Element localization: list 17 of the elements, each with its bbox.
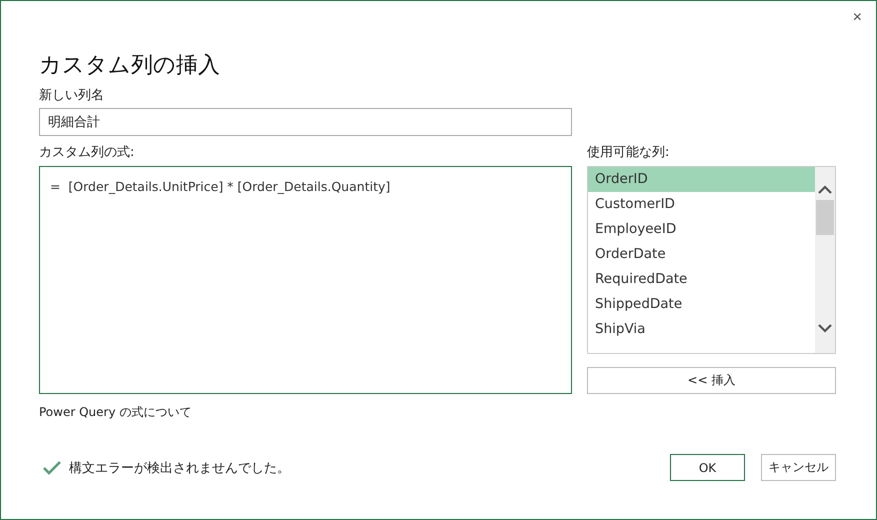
list-label: 使用可能な列: — [587, 144, 670, 162]
cancel-button[interactable]: キャンセル — [761, 454, 836, 481]
column-item[interactable]: OrderID — [588, 167, 815, 192]
column-name-field[interactable]: 明細合計 — [39, 108, 572, 136]
scroll-up-icon[interactable] — [818, 185, 832, 195]
scroll-thumb[interactable] — [816, 200, 834, 235]
dialog-title: カスタム列の挿入 — [39, 52, 221, 80]
field-label: 新しい列名 — [39, 87, 105, 105]
status-message: 構文エラーが検出されませんでした。 — [69, 460, 290, 476]
formula-field[interactable]: = [Order_Details.UnitPrice] * [Order_Details.Quantity] — [39, 166, 572, 394]
insert-button[interactable]: << 挿入 — [587, 367, 836, 394]
scrollbar[interactable] — [815, 167, 835, 353]
field-label: カスタム列の式: — [39, 144, 136, 162]
scroll-down-icon[interactable] — [818, 323, 832, 333]
ok-button[interactable]: OK — [670, 454, 745, 481]
help-link[interactable]: Power Query の式について — [39, 404, 192, 421]
close-button[interactable]: × — [848, 7, 866, 29]
